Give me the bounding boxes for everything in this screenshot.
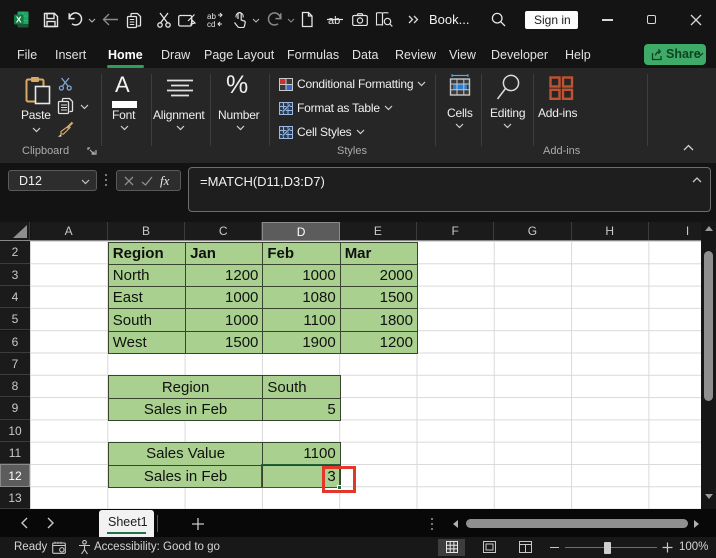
svg-text:X: X <box>16 15 22 25</box>
svg-text:ab: ab <box>328 15 340 26</box>
svg-text:cd: cd <box>207 20 215 28</box>
